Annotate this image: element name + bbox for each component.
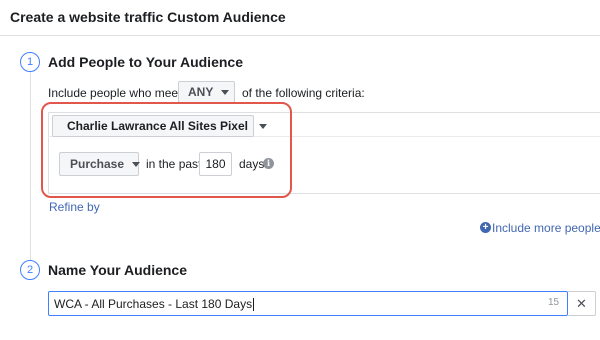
include-more-people-link[interactable]: Include more people [492, 221, 600, 235]
step-1-title: Add People to Your Audience [48, 54, 243, 70]
match-type-dropdown[interactable]: ANY [178, 81, 235, 103]
step-1-badge: 1 [20, 52, 40, 72]
match-type-value: ANY [188, 85, 214, 99]
refine-by-link[interactable]: Refine by [49, 200, 100, 214]
page-header: Create a website traffic Custom Audience [0, 0, 600, 36]
page-title: Create a website traffic Custom Audience [10, 9, 286, 25]
close-icon: ✕ [576, 296, 587, 311]
include-prefix-text: Include people who meet [48, 86, 182, 100]
character-counter: 15 [548, 297, 560, 308]
clear-name-button[interactable]: ✕ [568, 291, 596, 316]
audience-name-value: WCA - All Purchases - Last 180 Days [54, 297, 253, 311]
include-suffix-text: of the following criteria: [242, 86, 365, 100]
step-2-title: Name Your Audience [48, 262, 188, 278]
criteria-highlight-outline [41, 102, 292, 198]
plus-circle-icon[interactable]: + [480, 222, 491, 233]
chevron-down-icon [221, 89, 230, 95]
text-cursor [253, 298, 255, 312]
step-2-badge: 2 [20, 260, 40, 280]
step-connector-line [30, 72, 31, 260]
audience-name-input[interactable]: WCA - All Purchases - Last 180 Days [48, 291, 568, 316]
